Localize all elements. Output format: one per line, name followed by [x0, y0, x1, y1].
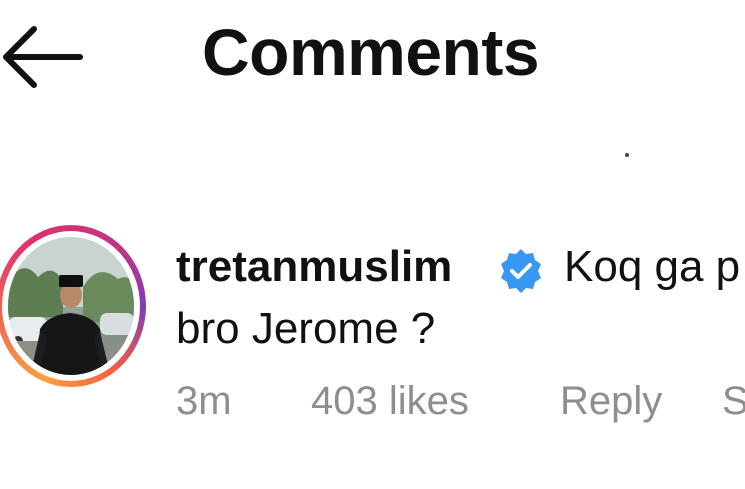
avatar-photo-art [8, 237, 134, 375]
avatar-story-ring[interactable] [0, 225, 146, 387]
arrow-left-icon [3, 26, 83, 88]
comment-text-continued: bro Jerome ? [176, 304, 436, 353]
avatar [8, 237, 134, 375]
header-bar: Comments [0, 0, 745, 110]
page-title: Comments [202, 15, 540, 89]
comment-timestamp: 3m [176, 379, 232, 423]
avatar-ring-gap [2, 231, 140, 381]
see-translation-button[interactable]: S [722, 377, 745, 425]
comment-likes-count[interactable]: 403 likes [311, 377, 469, 425]
comment-text: Koq ga p [564, 242, 741, 291]
comment-item: tretanmuslim Koq ga p bro Jerome ? 3m 40… [0, 225, 745, 435]
comment-username[interactable]: tretanmuslim [176, 241, 452, 293]
verified-badge-icon [501, 249, 541, 293]
back-button[interactable] [0, 22, 90, 92]
reply-button[interactable]: Reply [560, 377, 662, 425]
dust-speck [625, 153, 629, 157]
